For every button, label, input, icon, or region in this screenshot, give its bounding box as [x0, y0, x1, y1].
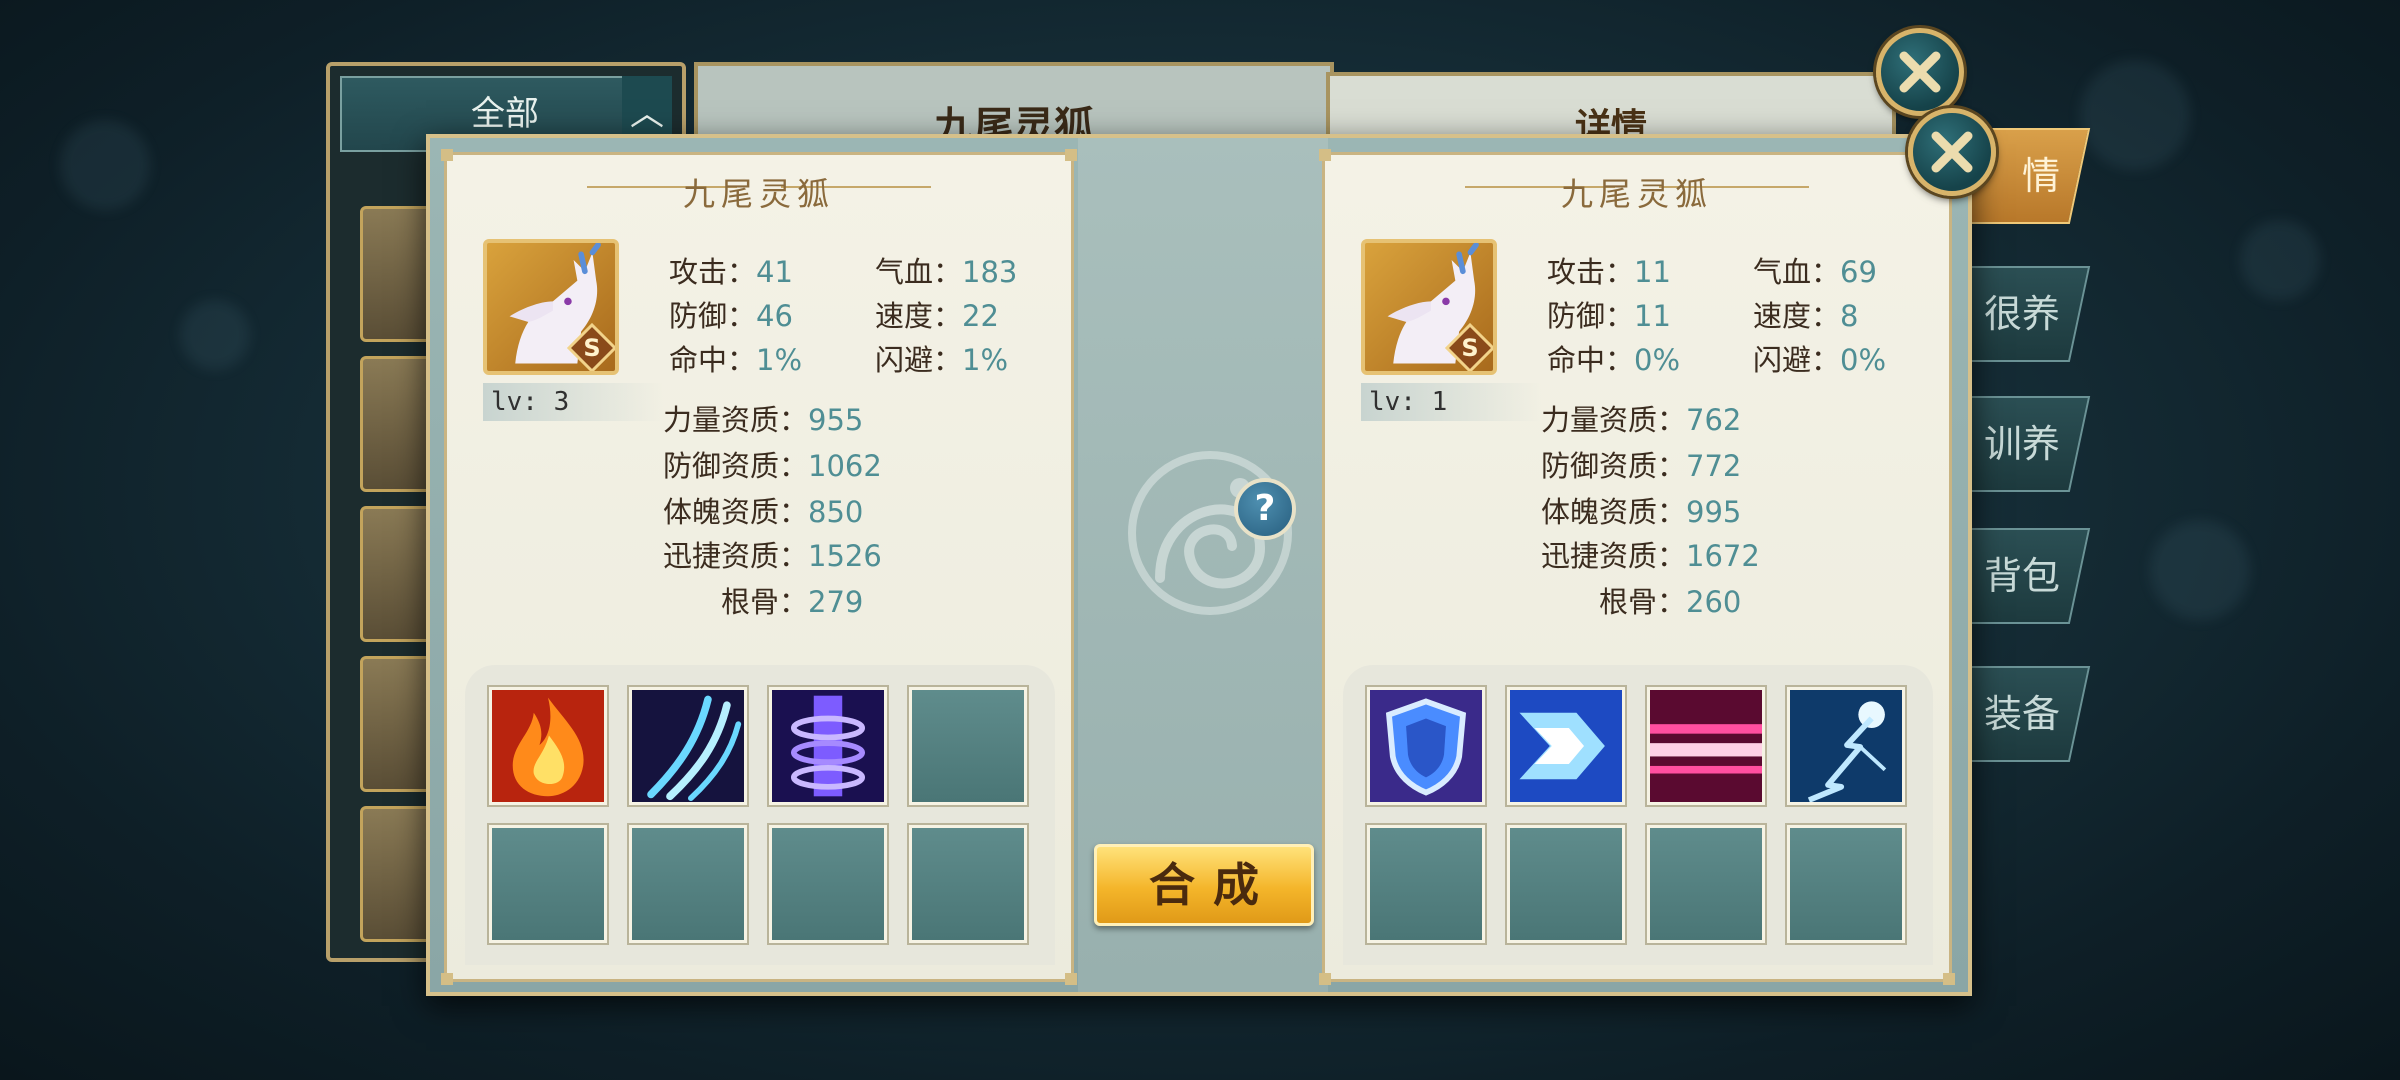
- skill-slot[interactable]: [629, 687, 747, 805]
- background-bokeh: [60, 120, 150, 210]
- combine-button[interactable]: 合成: [1094, 844, 1314, 926]
- background-bokeh: [2240, 220, 2320, 300]
- claw-slash-skill-icon: [632, 690, 744, 802]
- empty-skill-slot[interactable]: [489, 825, 607, 943]
- skill-slot[interactable]: [489, 687, 607, 805]
- frame-corner: [1319, 973, 1331, 985]
- empty-skill-slot[interactable]: [909, 825, 1027, 943]
- fire-skill-icon: [492, 690, 604, 802]
- empty-skill-slot[interactable]: [1507, 825, 1625, 943]
- defense-stat: 防御：11: [1547, 299, 1671, 333]
- help-button[interactable]: ?: [1234, 478, 1296, 540]
- s-grade-badge-icon: S: [1445, 323, 1493, 371]
- skill-grid: [465, 665, 1055, 965]
- physique-aptitude: 体魄资质：995: [1541, 495, 1742, 529]
- empty-skill-slot[interactable]: [1647, 825, 1765, 943]
- skill-slot[interactable]: [1787, 687, 1905, 805]
- background-bokeh: [2080, 60, 2190, 170]
- pink-beam-skill-icon: [1650, 690, 1762, 802]
- skill-slot[interactable]: [769, 687, 887, 805]
- skill-grid: [1343, 665, 1933, 965]
- dodge-stat: 闪避：0%: [1753, 343, 1887, 377]
- speed-stat: 速度：22: [875, 299, 999, 333]
- frame-corner: [1319, 149, 1331, 161]
- defense-aptitude: 防御资质：1062: [663, 449, 882, 483]
- speed-stat: 速度：8: [1753, 299, 1859, 333]
- strength-aptitude: 力量资质：955: [663, 403, 864, 437]
- defense-aptitude: 防御资质：772: [1541, 449, 1742, 483]
- physique-aptitude: 体魄资质：850: [663, 495, 864, 529]
- frame-corner: [1065, 973, 1077, 985]
- hit-stat: 命中：1%: [669, 343, 803, 377]
- empty-skill-slot[interactable]: [1367, 825, 1485, 943]
- empty-skill-slot[interactable]: [909, 687, 1027, 805]
- frame-corner: [441, 149, 453, 161]
- pet-name: 九尾灵狐: [682, 175, 835, 213]
- hp-stat: 气血：69: [1753, 255, 1877, 289]
- svg-text:S: S: [1461, 334, 1478, 362]
- frame-corner: [441, 973, 453, 985]
- hit-stat: 命中：0%: [1547, 343, 1681, 377]
- back-window-close-button[interactable]: [1876, 28, 1964, 116]
- close-icon: [1931, 131, 1973, 173]
- pet-avatar[interactable]: S: [483, 239, 619, 375]
- agility-aptitude: 迅捷资质：1672: [1541, 539, 1760, 573]
- background-bokeh: [180, 300, 250, 370]
- defense-stat: 防御：46: [669, 299, 793, 333]
- attack-stat: 攻击：41: [669, 255, 793, 289]
- dodge-stat: 闪避：1%: [875, 343, 1009, 377]
- empty-skill-slot[interactable]: [1787, 825, 1905, 943]
- strength-aptitude: 力量资质：762: [1541, 403, 1742, 437]
- pet-level: lv: 3: [483, 383, 663, 421]
- dialog-close-button[interactable]: [1908, 108, 1996, 196]
- close-icon: [1899, 51, 1941, 93]
- background-bokeh: [2150, 520, 2250, 620]
- agility-aptitude: 迅捷资质：1526: [663, 539, 882, 573]
- right-pet-panel: 九尾灵狐 S lv: 1 攻击：11 气血：69 防御：11 速度：8 命中：0…: [1319, 149, 1955, 985]
- lightning-skill-icon: [1790, 690, 1902, 802]
- dash-skill-icon: [1510, 690, 1622, 802]
- root-bone-stat: 根骨：279: [721, 585, 864, 619]
- empty-skill-slot[interactable]: [769, 825, 887, 943]
- hp-stat: 气血：183: [875, 255, 1018, 289]
- pet-level: lv: 1: [1361, 383, 1541, 421]
- pet-avatar[interactable]: S: [1361, 239, 1497, 375]
- root-bone-stat: 根骨：260: [1599, 585, 1742, 619]
- pet-name: 九尾灵狐: [1560, 175, 1713, 213]
- shield-skill-icon: [1370, 690, 1482, 802]
- skill-slot[interactable]: [1647, 687, 1765, 805]
- s-grade-badge-icon: S: [567, 323, 615, 371]
- left-pet-panel: 九尾灵狐 S lv: 3 攻击：41 气血：183 防御：46 速度：22 命中…: [441, 149, 1077, 985]
- empty-skill-slot[interactable]: [629, 825, 747, 943]
- skill-slot[interactable]: [1507, 687, 1625, 805]
- skill-slot[interactable]: [1367, 687, 1485, 805]
- frame-corner: [1065, 149, 1077, 161]
- svg-text:S: S: [583, 334, 600, 362]
- frame-corner: [1943, 973, 1955, 985]
- attack-stat: 攻击：11: [1547, 255, 1671, 289]
- pet-combine-dialog: 九尾灵狐 S lv: 3 攻击：41 气血：183 防御：46 速度：22 命中…: [426, 134, 1972, 996]
- purple-vortex-skill-icon: [772, 690, 884, 802]
